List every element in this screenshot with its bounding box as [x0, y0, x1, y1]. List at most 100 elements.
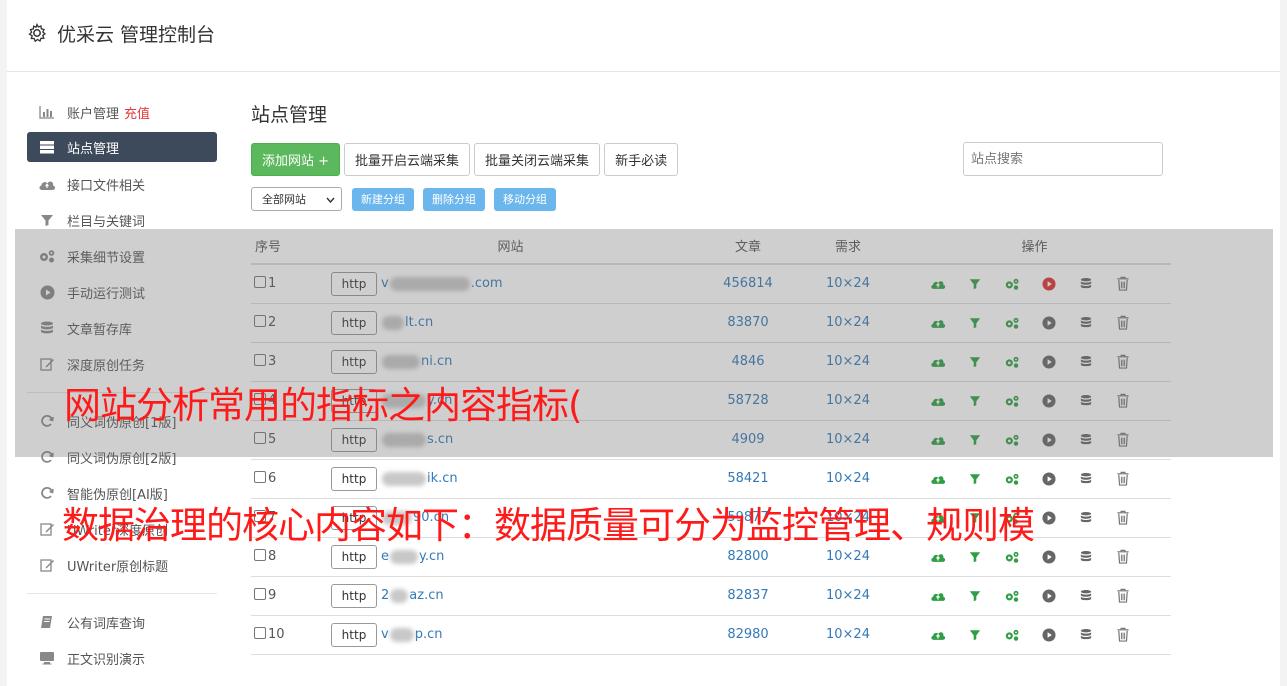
new-group-button[interactable]: 新建分组 — [352, 187, 414, 211]
sidebar-item-label: 正文识别演示 — [67, 652, 146, 668]
row-index-cell: 9 — [251, 576, 323, 616]
demand-value[interactable]: 10×24 — [798, 576, 898, 616]
site-cell: http ik.cn — [323, 459, 698, 499]
move-group-button[interactable]: 移动分组 — [494, 187, 556, 211]
filter-icon[interactable] — [965, 547, 985, 567]
sidebar-item-sites[interactable]: 站点管理 — [27, 132, 217, 162]
cloud-upload-icon[interactable] — [928, 586, 948, 606]
domain-prefix: 2 — [381, 588, 390, 603]
batch-disable-button[interactable]: 批量关闭云端采集 — [474, 142, 601, 176]
database-icon[interactable] — [1076, 547, 1096, 567]
sidebar-item-label: 账户管理 — [67, 106, 120, 122]
play-circle-icon[interactable] — [1039, 508, 1059, 528]
row-checkbox[interactable] — [254, 471, 266, 483]
gears-icon[interactable] — [1002, 469, 1022, 489]
row-index: 9 — [268, 588, 277, 603]
articles-count[interactable]: 82980 — [698, 615, 798, 655]
sidebar-item-uwriter-title[interactable]: UWriter原创标题 — [27, 547, 217, 583]
group-select-value: 全部网站 — [262, 193, 306, 206]
filter-icon[interactable] — [965, 625, 985, 645]
row-checkbox[interactable] — [254, 588, 266, 600]
sidebar-item-interface[interactable]: 接口文件相关 — [27, 166, 217, 202]
server-icon — [38, 139, 56, 155]
site-domain-link[interactable]: 2 az.cn — [381, 588, 444, 603]
delete-group-button[interactable]: 删除分组 — [423, 187, 485, 211]
sidebar-item-label: 公有词库查询 — [67, 616, 146, 632]
gears-icon[interactable] — [1002, 547, 1022, 567]
gears-icon[interactable] — [1002, 625, 1022, 645]
site-cell: http 2 az.cn — [323, 576, 698, 616]
row-checkbox[interactable] — [254, 549, 266, 561]
gear-icon — [27, 22, 49, 45]
row-checkbox[interactable] — [254, 627, 266, 639]
bar-chart-icon — [38, 104, 56, 120]
cloud-upload-icon[interactable] — [928, 547, 948, 567]
database-icon[interactable] — [1076, 586, 1096, 606]
protocol-badge: http — [331, 622, 377, 647]
trash-icon[interactable] — [1113, 469, 1133, 489]
sidebar-item-label: 站点管理 — [67, 141, 120, 157]
redacted-blur — [389, 627, 414, 642]
table-row: 6 http ik.cn 58421 10×24 — [251, 459, 1171, 499]
sidebar-item-public-lexicon[interactable]: 公有词库查询 — [27, 604, 217, 640]
gears-icon[interactable] — [1002, 586, 1022, 606]
play-circle-icon[interactable] — [1039, 625, 1059, 645]
trash-icon[interactable] — [1113, 508, 1133, 528]
filter-icon[interactable] — [965, 469, 985, 489]
site-domain-link[interactable]: ik.cn — [381, 471, 458, 486]
row-index-cell: 6 — [251, 459, 323, 499]
play-circle-icon[interactable] — [1039, 586, 1059, 606]
domain-prefix: v — [381, 627, 389, 642]
sidebar-item-label: 接口文件相关 — [67, 178, 146, 194]
sidebar-item-account[interactable]: 账户管理 充值 — [27, 94, 217, 130]
table-row: 10 http v p.cn 82980 10×24 — [251, 615, 1171, 655]
site-domain-link[interactable]: v p.cn — [381, 627, 442, 642]
redacted-blur — [390, 549, 418, 564]
redacted-blur — [390, 588, 409, 603]
articles-count[interactable]: 82837 — [698, 576, 798, 616]
trash-icon[interactable] — [1113, 625, 1133, 645]
group-row: 全部网站 新建分组 删除分组 移动分组 — [251, 186, 1171, 212]
site-cell: http v p.cn — [323, 615, 698, 655]
row-index: 8 — [268, 549, 277, 564]
sidebar-divider — [27, 593, 217, 594]
demand-value[interactable]: 10×24 — [798, 615, 898, 655]
content-area: 站点管理 添加网站 + 批量开启云端采集 批量关闭云端采集 新手必读 全部网站 … — [251, 100, 1171, 212]
database-icon[interactable] — [1076, 625, 1096, 645]
protocol-badge: http — [331, 466, 377, 491]
filter-icon[interactable] — [965, 586, 985, 606]
top-header: 优采云 管理控制台 — [7, 0, 1280, 72]
site-search-input[interactable] — [963, 142, 1163, 176]
articles-count[interactable]: 58421 — [698, 459, 798, 499]
actions-cell — [898, 615, 1171, 655]
database-icon[interactable] — [1076, 469, 1096, 489]
domain-suffix: y.cn — [419, 549, 445, 564]
overlay-caption-2: 数据治理的核心内容如下：数据质量可分为监控管理、规则模 — [62, 504, 1035, 547]
domain-suffix: p.cn — [414, 627, 443, 642]
recharge-link[interactable]: 充值 — [124, 103, 150, 122]
overlay-caption-1: 网站分析常用的指标之内容指标( — [64, 384, 582, 427]
guide-button[interactable]: 新手必读 — [604, 142, 679, 176]
database-icon[interactable] — [1076, 508, 1096, 528]
batch-enable-button[interactable]: 批量开启云端采集 — [344, 142, 471, 176]
play-circle-icon[interactable] — [1039, 469, 1059, 489]
domain-suffix: az.cn — [409, 588, 444, 603]
site-domain-link[interactable]: e y.cn — [381, 549, 444, 564]
cloud-upload-icon[interactable] — [928, 469, 948, 489]
domain-suffix: ik.cn — [427, 471, 458, 486]
sidebar-item-content-demo[interactable]: 正文识别演示 — [27, 640, 217, 676]
cloud-upload-icon — [38, 176, 56, 192]
sidebar-item-label: 栏目与关键词 — [67, 214, 146, 230]
add-site-button[interactable]: 添加网站 + — [251, 142, 341, 176]
row-index: 10 — [268, 627, 285, 642]
demand-value[interactable]: 10×24 — [798, 459, 898, 499]
sidebar-item-label: UWriter原创标题 — [67, 559, 169, 575]
edit-icon — [38, 557, 56, 573]
play-circle-icon[interactable] — [1039, 547, 1059, 567]
cloud-upload-icon[interactable] — [928, 625, 948, 645]
row-index: 6 — [268, 471, 277, 486]
book-icon — [38, 614, 56, 630]
trash-icon[interactable] — [1113, 586, 1133, 606]
trash-icon[interactable] — [1113, 547, 1133, 567]
group-select[interactable]: 全部网站 — [251, 187, 342, 211]
